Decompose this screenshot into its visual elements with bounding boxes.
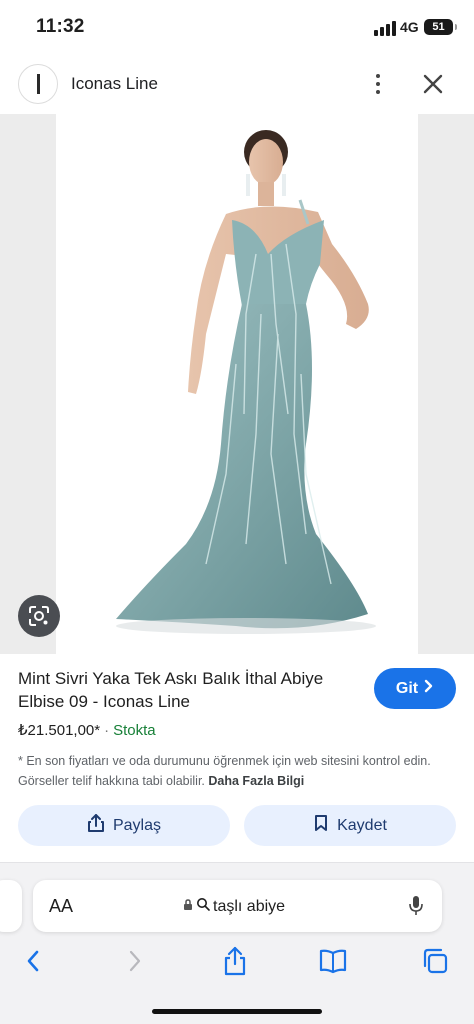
- browser-bottom-bar: AA taşlı abiye: [0, 862, 474, 1024]
- address-bar[interactable]: AA taşlı abiye: [33, 880, 442, 932]
- chevron-right-icon: [424, 679, 434, 698]
- status-time: 11:32: [36, 16, 85, 37]
- search-query: taşlı abiye: [213, 897, 286, 915]
- site-logo[interactable]: [18, 64, 58, 104]
- more-info-link[interactable]: Daha Fazla Bilgi: [208, 774, 304, 788]
- go-button[interactable]: Git: [374, 668, 456, 709]
- network-label: 4G: [400, 19, 419, 35]
- product-image[interactable]: [56, 114, 418, 654]
- battery-icon: 51: [424, 19, 457, 35]
- save-button-label: Kaydet: [337, 816, 387, 834]
- search-field[interactable]: taşlı abiye: [183, 897, 285, 916]
- forward-icon[interactable]: [120, 946, 150, 976]
- close-icon[interactable]: [419, 70, 447, 98]
- battery-level: 51: [432, 21, 445, 33]
- share-icon[interactable]: [220, 946, 250, 976]
- lock-icon: [183, 898, 193, 916]
- reader-settings-button[interactable]: AA: [49, 896, 73, 917]
- price-row: ₺21.501,00* · Stokta: [18, 721, 156, 739]
- separator-dot: ·: [104, 722, 110, 739]
- search-icon: [196, 897, 210, 916]
- tabs-icon[interactable]: [420, 946, 450, 976]
- share-button-label: Paylaş: [112, 816, 162, 834]
- home-indicator: [152, 1009, 322, 1014]
- product-price: ₺21.501,00*: [18, 722, 101, 739]
- more-vertical-icon[interactable]: [366, 70, 390, 98]
- bookmark-icon: [313, 814, 329, 837]
- logo-letter-mark: [36, 74, 40, 94]
- google-lens-icon[interactable]: [18, 595, 60, 637]
- signal-icon: [374, 20, 396, 36]
- product-image-area: [0, 114, 474, 654]
- status-bar: 11:32 4G 51: [0, 0, 474, 56]
- result-header: Iconas Line: [0, 56, 474, 114]
- back-icon[interactable]: [18, 946, 48, 976]
- previous-tab-preview[interactable]: [0, 880, 22, 932]
- save-button[interactable]: Kaydet: [244, 805, 456, 846]
- dress-illustration: [116, 130, 376, 634]
- site-name[interactable]: Iconas Line: [71, 74, 158, 94]
- go-button-label: Git: [395, 679, 419, 697]
- share-button[interactable]: Paylaş: [18, 805, 230, 846]
- share-icon: [87, 813, 105, 838]
- product-title[interactable]: Mint Sivri Yaka Tek Askı Balık İthal Abi…: [18, 667, 348, 713]
- microphone-icon[interactable]: [407, 894, 425, 923]
- stock-status: Stokta: [113, 722, 156, 739]
- aa-label: AA: [49, 896, 74, 916]
- bookmarks-icon[interactable]: [318, 946, 348, 976]
- disclaimer-text: * En son fiyatları ve oda durumunu öğren…: [18, 751, 458, 791]
